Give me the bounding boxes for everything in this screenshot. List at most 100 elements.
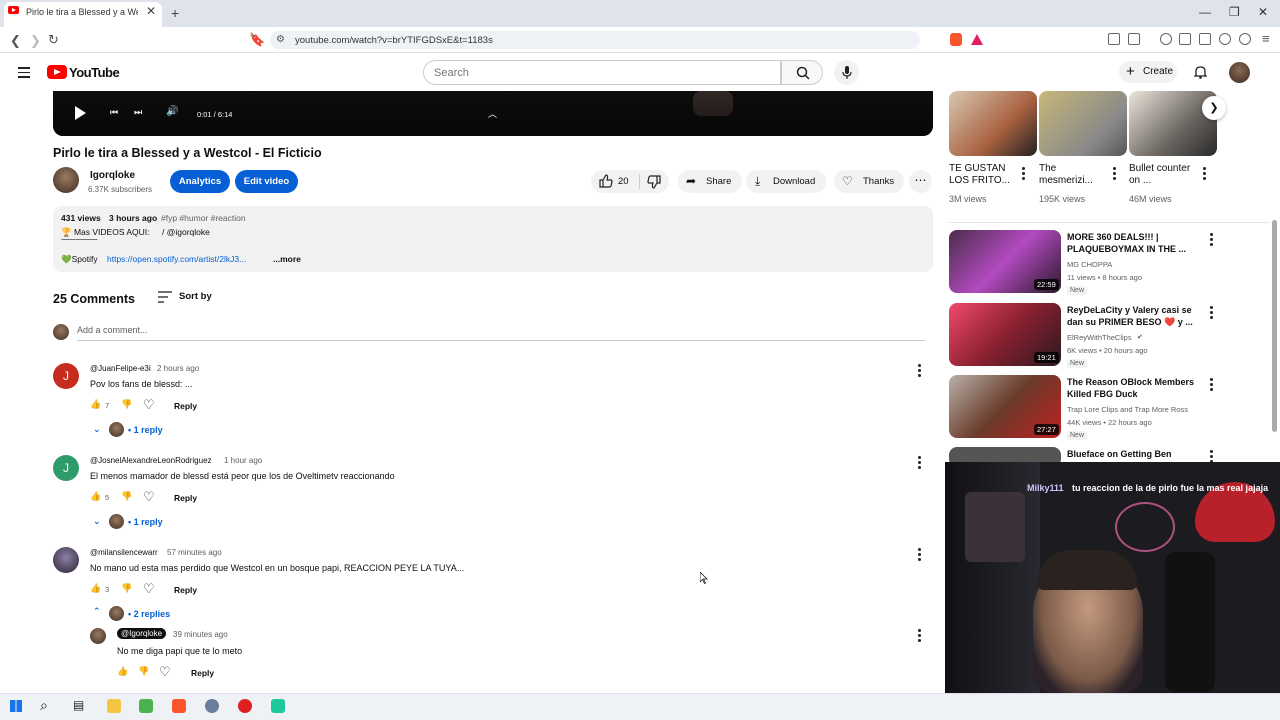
- search-input[interactable]: Search: [423, 60, 781, 85]
- heart-icon[interactable]: ♡: [143, 581, 155, 597]
- creator-handle-badge[interactable]: @Igorqloke: [117, 628, 167, 639]
- extensions-icon[interactable]: [1108, 33, 1120, 45]
- wallet-icon[interactable]: [1128, 33, 1140, 45]
- comment-handle[interactable]: @JuanFelipe-e3i: [90, 364, 151, 373]
- forward-icon[interactable]: ❯: [30, 33, 41, 49]
- app-icon[interactable]: [205, 699, 219, 713]
- spotify-link[interactable]: https://open.spotify.com/artist/2lkJ3...: [107, 254, 246, 264]
- media-icon[interactable]: [1160, 33, 1172, 45]
- short-menu-icon[interactable]: [1203, 167, 1206, 182]
- video-channel[interactable]: Trap Lore Clips and Trap More Ross: [1067, 405, 1188, 414]
- reply-avatar[interactable]: [90, 628, 106, 644]
- heart-icon[interactable]: ♡: [159, 664, 171, 680]
- notifications-icon[interactable]: [1194, 65, 1207, 79]
- channel-name[interactable]: Igorqloke: [90, 170, 135, 181]
- commenter-avatar[interactable]: [53, 547, 79, 573]
- video-menu-icon[interactable]: [1210, 378, 1213, 393]
- reply-menu-icon[interactable]: [918, 629, 921, 644]
- video-title[interactable]: ReyDeLaCity y Valery casi se dan su PRIM…: [1067, 304, 1207, 328]
- sort-icon[interactable]: [158, 291, 172, 303]
- comment-like-icon[interactable]: 👍: [90, 491, 101, 502]
- reply-like-icon[interactable]: 👍: [117, 666, 128, 677]
- description-channel-link[interactable]: / @igorqloke: [162, 227, 210, 237]
- show-more-link[interactable]: ...more: [273, 254, 301, 264]
- commenter-avatar[interactable]: J: [53, 363, 79, 389]
- menu-icon[interactable]: [18, 67, 30, 81]
- short-title[interactable]: Bullet counter on ...: [1129, 163, 1199, 187]
- comment-time[interactable]: 1 hour ago: [224, 456, 262, 465]
- channel-avatar[interactable]: [53, 167, 79, 193]
- app-icon[interactable]: [271, 699, 285, 713]
- comment-handle[interactable]: @milansilencewarr: [90, 548, 158, 557]
- download-button[interactable]: ⤓ Download: [746, 170, 826, 193]
- comment-time[interactable]: 2 hours ago: [157, 364, 199, 373]
- heart-icon[interactable]: ♡: [143, 489, 155, 505]
- share-button[interactable]: ➦ Share: [678, 170, 742, 193]
- back-icon[interactable]: ❮: [10, 33, 21, 49]
- cast-icon[interactable]: [1199, 33, 1211, 45]
- minimize-icon[interactable]: —: [1199, 5, 1211, 19]
- short-menu-icon[interactable]: [1113, 167, 1116, 182]
- replies-toggle[interactable]: • 1 reply: [128, 517, 163, 527]
- analytics-button[interactable]: Analytics: [170, 170, 230, 193]
- windows-start-icon[interactable]: [10, 700, 22, 712]
- chevron-down-icon[interactable]: ⌄: [93, 424, 101, 435]
- like-icon[interactable]: [599, 174, 613, 188]
- reply-button[interactable]: Reply: [191, 668, 214, 678]
- replies-toggle[interactable]: • 1 reply: [128, 425, 163, 435]
- chevron-up-icon[interactable]: ︿: [488, 107, 497, 120]
- reply-button[interactable]: Reply: [174, 585, 197, 595]
- voice-search-button[interactable]: [834, 60, 859, 85]
- browser-menu-icon[interactable]: ≡: [1262, 31, 1270, 46]
- reply-button[interactable]: Reply: [174, 493, 197, 503]
- reload-icon[interactable]: ↻: [48, 32, 59, 48]
- restore-icon[interactable]: ❐: [1229, 5, 1240, 19]
- file-explorer-icon[interactable]: [107, 699, 121, 713]
- replies-toggle[interactable]: • 2 replies: [128, 609, 170, 619]
- edit-video-button[interactable]: Edit video: [235, 170, 298, 193]
- sidebar-icon[interactable]: [1179, 33, 1191, 45]
- site-info-icon[interactable]: ⚙: [276, 34, 285, 45]
- comment-dislike-icon[interactable]: 👎: [121, 491, 132, 502]
- dislike-icon[interactable]: [647, 175, 661, 189]
- new-tab-icon[interactable]: +: [171, 5, 179, 21]
- short-thumbnail[interactable]: [1039, 91, 1127, 156]
- brave-shield-icon[interactable]: [950, 33, 962, 46]
- reply-button[interactable]: Reply: [174, 401, 197, 411]
- comment-handle[interactable]: @JosnelAlexandreLeonRodriguez: [90, 456, 212, 465]
- comment-dislike-icon[interactable]: 👎: [121, 583, 132, 594]
- reply-time[interactable]: 39 minutes ago: [173, 630, 228, 639]
- youtube-logo-icon[interactable]: [47, 65, 67, 79]
- carousel-next-icon[interactable]: ❯: [1202, 96, 1226, 120]
- commenter-avatar[interactable]: J: [53, 455, 79, 481]
- page-scrollbar[interactable]: [1272, 220, 1277, 432]
- tab-close-icon[interactable]: ✕: [146, 4, 156, 18]
- thanks-button[interactable]: ♡ Thanks: [834, 170, 904, 193]
- volume-icon[interactable]: 🔊: [166, 106, 178, 117]
- brave-browser-icon[interactable]: [172, 699, 186, 713]
- comment-like-icon[interactable]: 👍: [90, 399, 101, 410]
- account-avatar[interactable]: [1229, 62, 1250, 83]
- play-icon[interactable]: [75, 106, 86, 120]
- short-title[interactable]: TE GUSTAN LOS FRITO...: [949, 163, 1019, 187]
- hashtags[interactable]: #fyp #humor #reaction: [161, 213, 246, 223]
- reply-dislike-icon[interactable]: 👎: [138, 666, 149, 677]
- vpn-icon[interactable]: [1239, 33, 1251, 45]
- video-menu-icon[interactable]: [1210, 306, 1213, 321]
- comment-like-icon[interactable]: 👍: [90, 583, 101, 594]
- sort-by-button[interactable]: Sort by: [179, 291, 212, 302]
- close-window-icon[interactable]: ✕: [1258, 5, 1268, 19]
- video-menu-icon[interactable]: [1210, 233, 1213, 248]
- next-icon[interactable]: ⏭: [134, 107, 142, 118]
- video-title[interactable]: Blueface on Getting Ben: [1067, 448, 1207, 460]
- comment-menu-icon[interactable]: [918, 548, 921, 563]
- chevron-down-icon[interactable]: ⌄: [93, 516, 101, 527]
- chevron-up-icon[interactable]: ⌃: [93, 606, 101, 617]
- app-icon[interactable]: [139, 699, 153, 713]
- taskbar-search-icon[interactable]: ⌕: [40, 697, 48, 714]
- comment-menu-icon[interactable]: [918, 456, 921, 471]
- short-thumbnail[interactable]: [949, 91, 1037, 156]
- brave-rewards-icon[interactable]: [971, 34, 983, 45]
- comment-menu-icon[interactable]: [918, 364, 921, 379]
- task-view-icon[interactable]: ▤: [73, 698, 84, 712]
